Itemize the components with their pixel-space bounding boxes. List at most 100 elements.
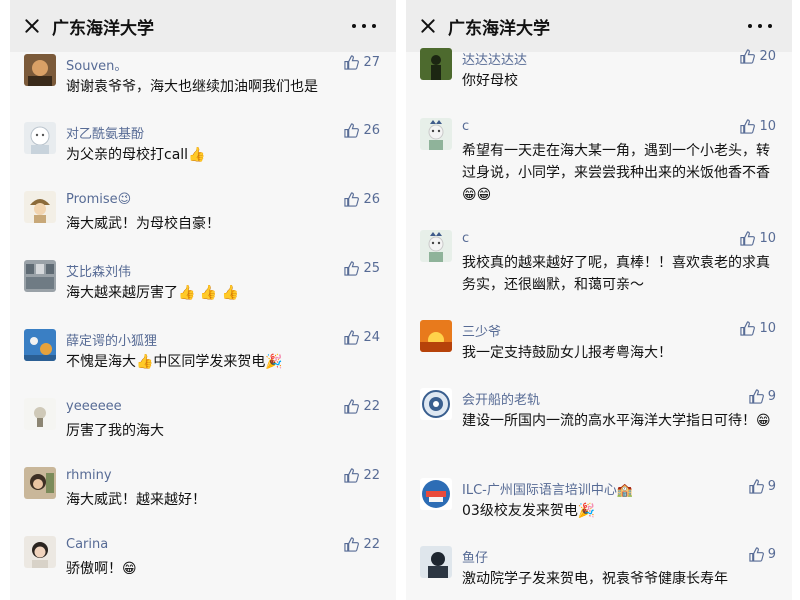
like-count: 9 [767,389,776,404]
comment-author[interactable]: yeeeeee [66,399,122,414]
like-button[interactable]: 24 [344,330,380,345]
comment-text: 海大威武！越来越好！ [66,492,206,508]
thumbs-up-icon [344,261,360,276]
left-header: 广东海洋大学 [10,0,396,52]
like-button[interactable]: 20 [740,49,776,64]
like-count: 10 [759,119,776,134]
comment-author[interactable]: 达达达达达 [462,49,527,68]
comment-text: 03级校友发来贺电🎉 [462,503,596,519]
comment-text: 为父亲的母校打call👍 [66,147,206,163]
comment-author[interactable]: c [462,119,469,134]
thumbs-up-icon [749,547,764,562]
right-comment-list[interactable]: 达达达达达 20 你好母校 c 10 希望有一天走在海大某一角，遇到一个小老头，… [406,48,792,600]
thumbs-up-icon [749,389,764,404]
comment-author[interactable]: 会开船的老轨 [462,389,540,408]
more-icon[interactable] [352,24,376,28]
left-title: 广东海洋大学 [52,18,154,39]
like-button[interactable]: 26 [344,123,380,138]
like-count: 20 [759,49,776,64]
comment-text: 海大威武！为母校自豪！ [66,216,220,232]
like-button[interactable]: 27 [344,55,380,70]
thumbs-up-icon [344,55,360,70]
more-icon[interactable] [748,24,772,28]
avatar[interactable] [420,48,452,80]
like-count: 9 [767,479,776,494]
comment-text: 我校真的越来越好了呢，真棒！！喜欢袁老的求真务实，还很幽默，和蔼可亲～ [462,255,770,293]
avatar[interactable] [420,546,452,578]
thumbs-up-icon [740,321,756,336]
avatar[interactable] [24,467,56,499]
comment-author[interactable]: 艾比森刘伟 [66,261,131,280]
comment-author[interactable]: rhminy [66,468,112,483]
avatar[interactable] [24,122,56,154]
right-title: 广东海洋大学 [448,18,550,39]
like-button[interactable]: 22 [344,399,380,414]
close-icon[interactable] [22,16,42,36]
avatar[interactable] [24,54,56,86]
like-count: 10 [759,321,776,336]
like-button[interactable]: 10 [740,119,776,134]
comment-text: 骄傲啊！😁 [66,561,137,577]
thumbs-up-icon [344,399,360,414]
comment-author[interactable]: 鱼仔 [462,547,488,566]
comment-text: 不愧是海大👍中区同学发来贺电🎉 [66,354,283,370]
like-button[interactable]: 22 [344,537,380,552]
like-count: 24 [363,330,380,345]
like-button[interactable]: 10 [740,321,776,336]
like-count: 26 [363,123,380,138]
comment-text: 厉害了我的海大 [66,423,164,439]
thumbs-up-icon [749,479,764,494]
thumbs-up-icon [344,468,360,483]
like-button[interactable]: 10 [740,231,776,246]
close-icon[interactable] [418,16,438,36]
comment-author[interactable]: 对乙酰氨基酚 [66,123,144,142]
avatar[interactable] [420,118,452,150]
like-button[interactable]: 9 [749,547,776,562]
like-button[interactable]: 9 [749,479,776,494]
thumbs-up-icon [344,192,360,207]
thumbs-up-icon [740,231,756,246]
avatar[interactable] [24,191,56,223]
avatar[interactable] [24,398,56,430]
like-button[interactable]: 25 [344,261,380,276]
avatar[interactable] [420,230,452,262]
comment-text: 希望有一天走在海大某一角，遇到一个小老头，转过身说，小同学，来尝尝我种出来的米饭… [462,143,770,203]
comment-text: 我一定支持鼓励女儿报考粤海大！ [462,345,672,361]
like-count: 22 [363,399,380,414]
avatar[interactable] [420,478,452,510]
comment-author[interactable]: ILC-广州国际语言培训中心🏫 [462,479,633,498]
avatar[interactable] [24,536,56,568]
avatar[interactable] [420,388,452,420]
left-comment-list[interactable]: Souven。 27 谢谢袁爷爷，海大也继续加油啊我们也是 对乙酰氨基酚 26 … [10,52,396,600]
thumbs-up-icon [344,330,360,345]
like-count: 26 [363,192,380,207]
like-button[interactable]: 26 [344,192,380,207]
comment-author[interactable]: Promise😉 [66,192,131,207]
like-count: 9 [767,547,776,562]
comment-author[interactable]: 薛定谔的小狐狸 [66,330,157,349]
like-count: 27 [363,55,380,70]
like-button[interactable]: 22 [344,468,380,483]
comment-text: 你好母校 [462,73,518,89]
comment-author[interactable]: c [462,231,469,246]
avatar[interactable] [24,260,56,292]
like-count: 25 [363,261,380,276]
thumbs-up-icon [344,123,360,138]
avatar[interactable] [420,320,452,352]
comment-author[interactable]: Carina [66,537,108,552]
left-article-panel: 广东海洋大学 Souven。 27 谢谢袁爷爷，海大也继续加油啊我们也是 对乙酰… [10,0,396,600]
thumbs-up-icon [740,49,756,64]
right-header: 广东海洋大学 [406,0,792,52]
thumbs-up-icon [740,119,756,134]
comment-text: 建设一所国内一流的高水平海洋大学指日可待！😁 [462,413,771,429]
comment-author[interactable]: Souven。 [66,55,127,74]
comment-text: 激动院学子发来贺电，祝袁爷爷健康长寿年 [462,571,728,587]
thumbs-up-icon [344,537,360,552]
like-count: 10 [759,231,776,246]
like-button[interactable]: 9 [749,389,776,404]
right-article-panel: 广东海洋大学 达达达达达 20 你好母校 c 10 希望有一天走在海大某一角，遇 [406,0,792,600]
like-count: 22 [363,468,380,483]
comment-author[interactable]: 三少爷 [462,321,501,340]
avatar[interactable] [24,329,56,361]
comment-text: 海大越来越厉害了👍 👍 👍 [66,285,240,301]
